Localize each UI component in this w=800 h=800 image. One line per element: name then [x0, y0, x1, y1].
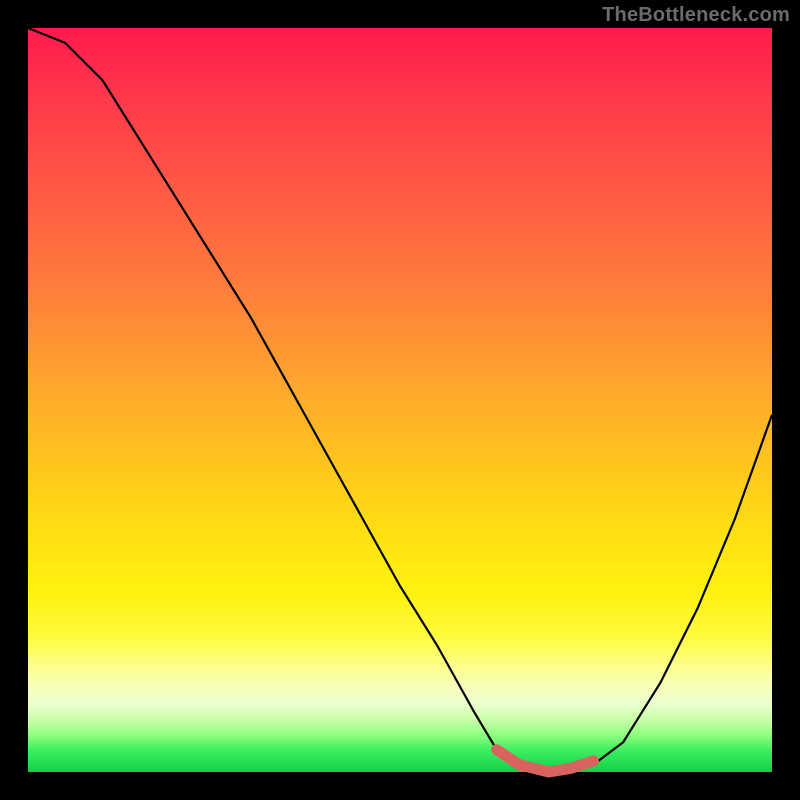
attribution-text: TheBottleneck.com [602, 4, 790, 27]
optimal-band-marker [497, 750, 594, 772]
bottleneck-curve [28, 28, 772, 772]
chart-plot-area [28, 28, 772, 772]
chart-svg [28, 28, 772, 772]
chart-frame: TheBottleneck.com [0, 0, 800, 800]
